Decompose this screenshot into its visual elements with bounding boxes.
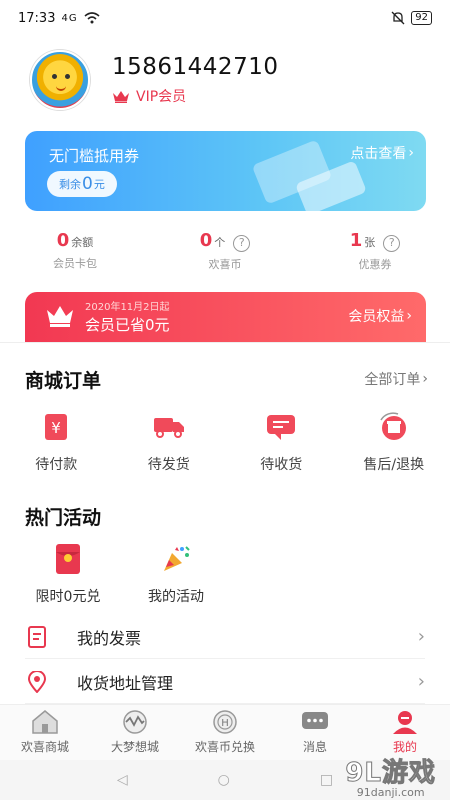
coin-icon: H — [213, 710, 237, 734]
stat-coins[interactable]: 0 个 ? 欢喜币 — [150, 230, 300, 272]
party-popper-icon — [159, 542, 193, 576]
tab-dream-city[interactable]: 大梦想城 — [90, 705, 180, 760]
return-box-icon — [377, 410, 411, 444]
vip-badge: VIP会员 — [112, 86, 278, 106]
coupon-remain-value: 0 — [82, 174, 93, 194]
crown-icon — [47, 306, 73, 327]
chat-icon — [302, 712, 328, 729]
stat-label: 欢喜币 — [208, 258, 242, 271]
chevron-right-icon: › — [417, 626, 425, 647]
status-time: 17:33 — [18, 10, 56, 26]
avatar[interactable] — [30, 50, 90, 110]
location-pin-icon — [25, 670, 49, 694]
message-icon — [264, 410, 298, 444]
stat-balance[interactable]: 0 余额 会员卡包 — [0, 230, 150, 272]
activity-zero-yuan[interactable]: 限时0元兑 — [28, 542, 108, 606]
recents-icon[interactable]: □ — [320, 772, 333, 788]
stat-unit: 余额 — [71, 236, 94, 249]
help-icon[interactable]: ? — [383, 235, 401, 252]
stat-label: 会员卡包 — [53, 257, 97, 270]
wave-icon — [123, 710, 147, 734]
menu-label: 我的发票 — [77, 628, 142, 648]
activity-label: 限时0元兑 — [35, 589, 101, 605]
coupon-remain-unit: 元 — [93, 178, 105, 191]
order-label: 待收货 — [260, 457, 303, 473]
signal-icon: 4G — [61, 12, 78, 24]
menu-address[interactable]: 收货地址管理 › — [25, 660, 425, 704]
order-label: 待付款 — [35, 457, 78, 473]
truck-icon — [152, 410, 186, 444]
stat-value: 0 — [199, 230, 213, 251]
menu-label: 收货地址管理 — [77, 673, 174, 693]
back-icon[interactable]: ◁ — [117, 772, 128, 788]
profile-header[interactable]: 15861442710 VIP会员 — [30, 50, 278, 110]
all-orders-label: 全部订单 — [364, 372, 421, 388]
order-pending-receipt[interactable]: 待收货 — [225, 410, 338, 474]
phone-number: 15861442710 — [112, 54, 279, 80]
chevron-right-icon: › — [422, 371, 428, 387]
stat-value: 0 — [56, 230, 70, 251]
account-stats: 0 余额 会员卡包 0 个 ? 欢喜币 1 张 ? 优惠券 — [0, 230, 450, 272]
watermark-main: 9L游戏 — [345, 758, 436, 789]
coupon-title: 无门槛抵用券 — [49, 147, 140, 165]
savings-date: 2020年11月2日起 — [85, 302, 170, 313]
red-envelope-icon — [51, 542, 85, 576]
svg-text:H: H — [221, 718, 229, 729]
coupon-remaining: 剩余 0 元 — [47, 171, 117, 197]
home-button-icon[interactable]: ○ — [218, 772, 230, 788]
stat-label: 优惠券 — [358, 258, 392, 271]
coupon-view-link[interactable]: 点击查看 › — [350, 143, 414, 163]
home-icon — [32, 710, 58, 734]
watermark-logo: 9L游戏 91danji.com — [345, 752, 436, 800]
order-status-row: ¥ 待付款 待发货 待收货 售后/退换 — [0, 410, 450, 474]
member-savings-banner[interactable]: 2020年11月2日起 会员已省0元 会员权益 › — [25, 292, 426, 342]
chevron-right-icon: › — [417, 671, 425, 692]
all-orders-link[interactable]: 全部订单 › — [364, 369, 428, 389]
user-icon — [393, 711, 417, 734]
member-benefits-link[interactable]: 会员权益 › — [348, 306, 412, 326]
battery-indicator: 92 — [411, 11, 432, 25]
activity-label: 我的活动 — [148, 589, 204, 605]
menu-invoices[interactable]: 我的发票 › — [25, 615, 425, 659]
tab-label: 消息 — [302, 740, 327, 754]
stat-coupons[interactable]: 1 张 ? 优惠券 — [300, 230, 450, 272]
mute-icon — [391, 11, 405, 25]
invoice-icon — [25, 625, 49, 649]
orders-section-title: 商城订单 — [25, 370, 102, 392]
status-bar: 17:33 4G 92 — [0, 0, 450, 36]
savings-amount: 会员已省0元 — [85, 316, 170, 334]
help-icon[interactable]: ? — [233, 235, 251, 252]
tab-coin-exchange[interactable]: H 欢喜币兑换 — [180, 705, 270, 760]
tab-shop[interactable]: 欢喜商城 — [0, 705, 90, 760]
stat-unit: 个 — [214, 236, 226, 249]
order-pending-payment[interactable]: ¥ 待付款 — [0, 410, 113, 474]
tab-label: 欢喜商城 — [20, 740, 69, 754]
tab-label: 欢喜币兑换 — [194, 740, 255, 754]
order-label: 待发货 — [147, 457, 190, 473]
order-after-sales[interactable]: 售后/退换 — [338, 410, 450, 474]
coupon-banner[interactable]: 无门槛抵用券 剩余 0 元 点击查看 › — [25, 131, 426, 211]
coupon-link-label: 点击查看 — [350, 146, 407, 162]
stat-value: 1 — [349, 230, 363, 251]
order-label: 售后/退换 — [363, 457, 425, 473]
watermark-sub: 91danji.com — [356, 786, 425, 799]
activities-row: 限时0元兑 我的活动 — [28, 542, 216, 606]
tab-label: 大梦想城 — [110, 740, 159, 754]
crown-icon — [113, 90, 129, 103]
benefits-link-label: 会员权益 — [348, 309, 405, 325]
coupon-remain-prefix: 剩余 — [59, 178, 81, 191]
chevron-right-icon: › — [406, 308, 412, 324]
order-pending-shipment[interactable]: 待发货 — [113, 410, 226, 474]
activities-section-title: 热门活动 — [25, 507, 102, 529]
stat-unit: 张 — [364, 236, 376, 249]
yuan-wallet-icon: ¥ — [39, 410, 73, 444]
vip-label: VIP会员 — [136, 89, 187, 105]
activity-mine[interactable]: 我的活动 — [136, 542, 216, 606]
chevron-right-icon: › — [408, 145, 414, 161]
svg-text:¥: ¥ — [51, 419, 61, 437]
wifi-icon — [84, 12, 100, 24]
